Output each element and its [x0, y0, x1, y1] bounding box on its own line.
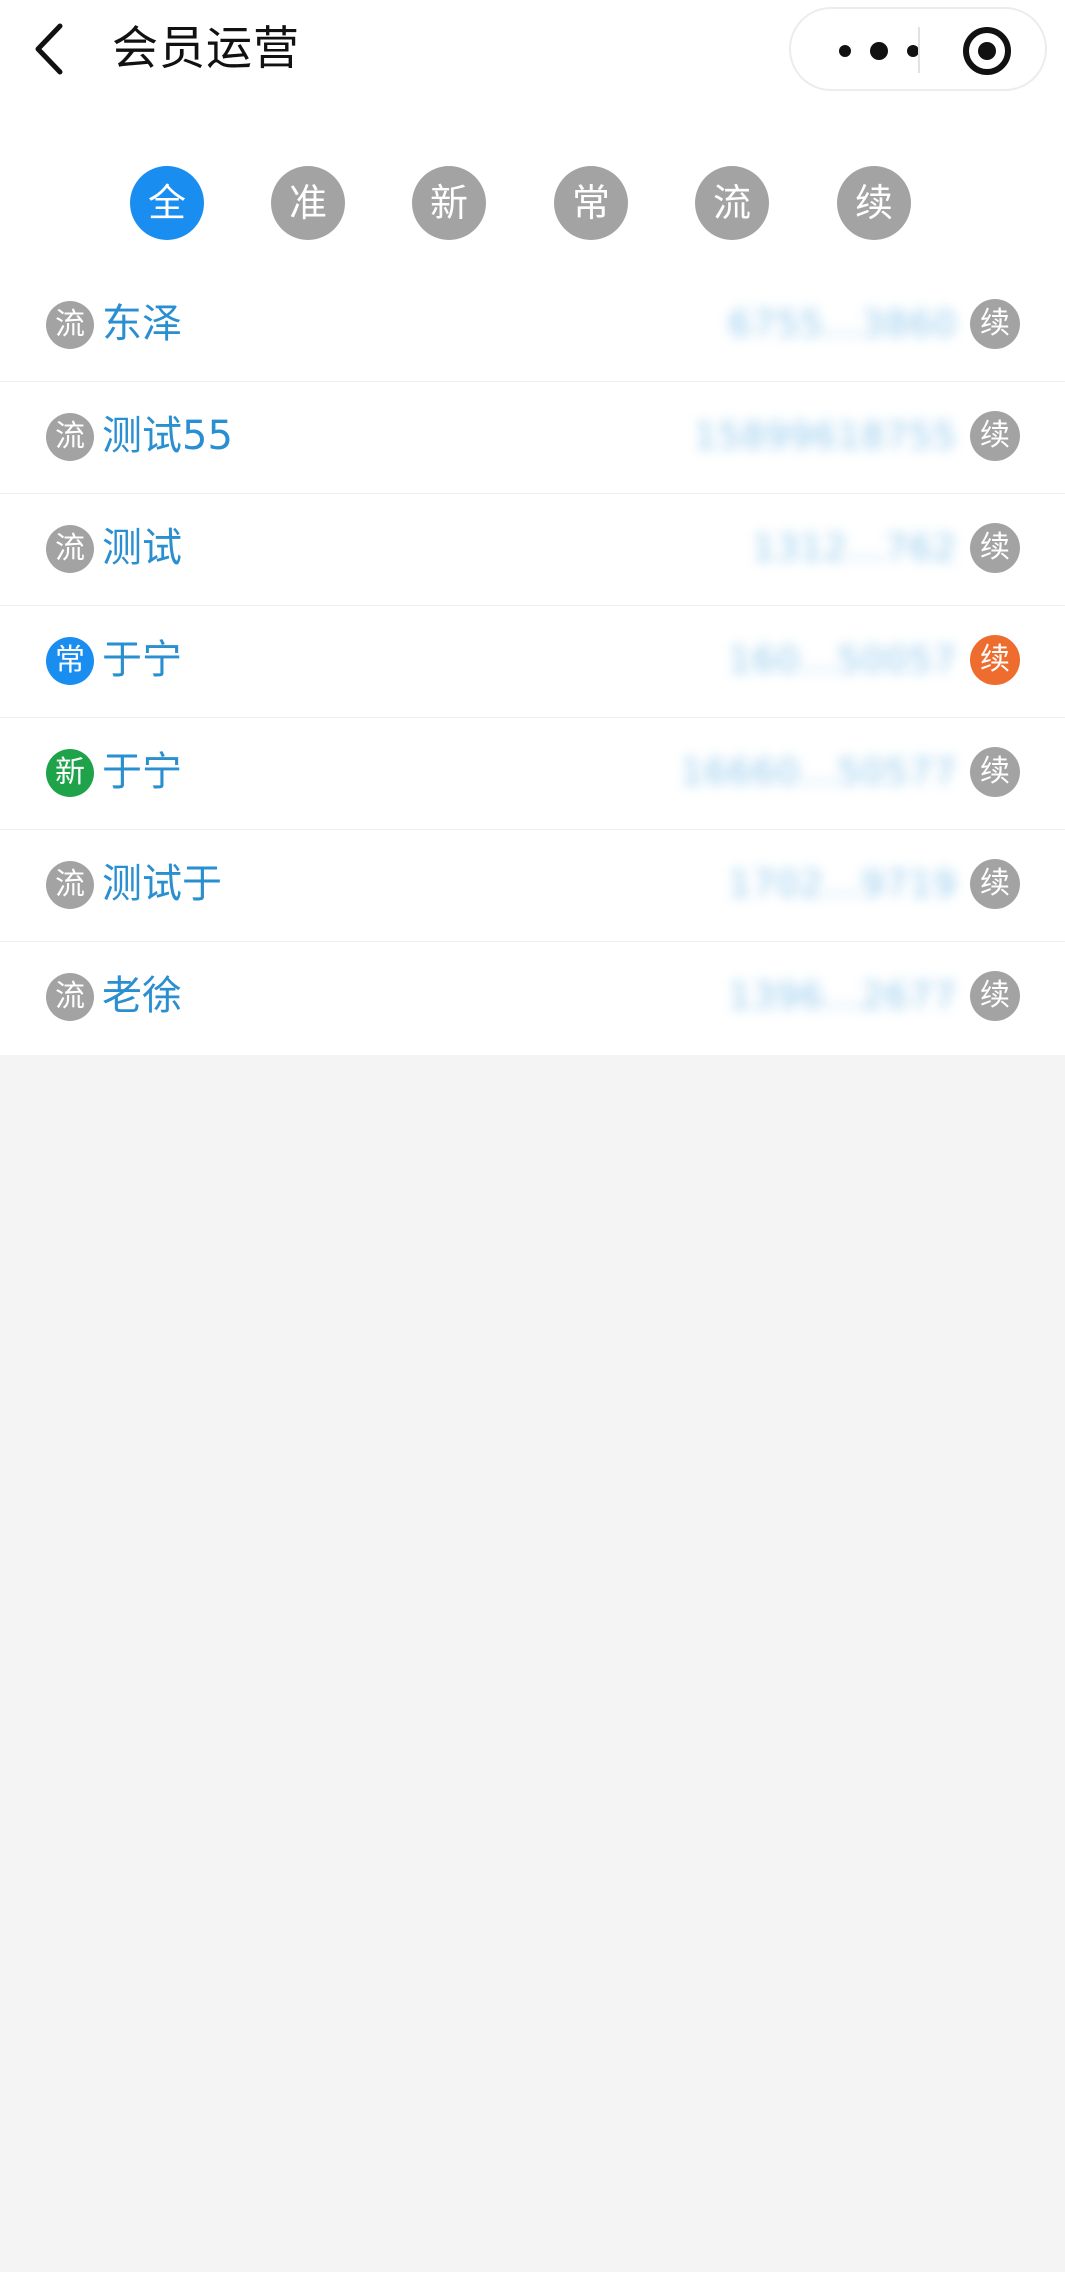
member-phone: 1702...9719 — [728, 864, 957, 905]
more-options-icon[interactable] — [831, 29, 931, 73]
list-item[interactable]: 流 测试于 1702...9719 续 — [0, 830, 1065, 942]
capsule-divider — [918, 27, 920, 73]
status-badge: 常 — [46, 637, 94, 685]
mini-program-capsule — [789, 7, 1047, 91]
member-name: 测试 — [102, 525, 182, 571]
renew-button[interactable]: 续 — [970, 411, 1020, 461]
filter-tabs: 全 准 新 常 流 续 — [0, 166, 1065, 240]
status-badge: 流 — [46, 301, 94, 349]
content-panel: 会员运营 全 准 新 常 流 续 流 东泽 6755...3860 续 流 测试… — [0, 0, 1065, 1055]
member-phone: 1312...762 — [752, 528, 957, 569]
member-name: 老徐 — [102, 973, 182, 1019]
member-name: 测试55 — [102, 413, 233, 459]
list-item[interactable]: 流 东泽 6755...3860 续 — [0, 270, 1065, 382]
tab-new[interactable]: 新 — [412, 166, 486, 240]
page: 会员运营 全 准 新 常 流 续 流 东泽 6755...3860 续 流 测试… — [0, 0, 1065, 2272]
member-name: 于宁 — [102, 749, 182, 795]
status-badge: 流 — [46, 525, 94, 573]
member-phone: 15899618755 — [694, 416, 957, 457]
tab-all[interactable]: 全 — [130, 166, 204, 240]
close-mini-program-icon[interactable] — [961, 25, 1013, 77]
list-item[interactable]: 流 测试55 15899618755 续 — [0, 382, 1065, 494]
renew-button[interactable]: 续 — [970, 523, 1020, 573]
member-name: 东泽 — [102, 301, 182, 347]
member-phone: 1396...2677 — [728, 976, 957, 1017]
renew-button[interactable]: 续 — [970, 299, 1020, 349]
status-badge: 流 — [46, 973, 94, 1021]
renew-button[interactable]: 续 — [970, 859, 1020, 909]
member-phone: 6755...3860 — [728, 304, 957, 345]
tab-renewal[interactable]: 续 — [837, 166, 911, 240]
member-phone: 16660...50577 — [680, 752, 957, 793]
tab-regular[interactable]: 常 — [554, 166, 628, 240]
tab-lapsed[interactable]: 流 — [695, 166, 769, 240]
member-name: 于宁 — [102, 637, 182, 683]
back-arrow-icon[interactable] — [30, 20, 70, 78]
navigation-bar: 会员运营 — [0, 0, 1065, 100]
list-item[interactable]: 流 老徐 1396...2677 续 — [0, 942, 1065, 1054]
list-item[interactable]: 新 于宁 16660...50577 续 — [0, 718, 1065, 830]
status-badge: 流 — [46, 413, 94, 461]
member-phone: 160...50057 — [728, 640, 957, 681]
list-item[interactable]: 常 于宁 160...50057 续 — [0, 606, 1065, 718]
renew-button[interactable]: 续 — [970, 747, 1020, 797]
status-badge: 流 — [46, 861, 94, 909]
renew-button[interactable]: 续 — [970, 635, 1020, 685]
list-item[interactable]: 流 测试 1312...762 续 — [0, 494, 1065, 606]
renew-button[interactable]: 续 — [970, 971, 1020, 1021]
page-title: 会员运营 — [112, 21, 300, 75]
status-badge: 新 — [46, 749, 94, 797]
member-name: 测试于 — [102, 861, 222, 907]
tab-prospective[interactable]: 准 — [271, 166, 345, 240]
